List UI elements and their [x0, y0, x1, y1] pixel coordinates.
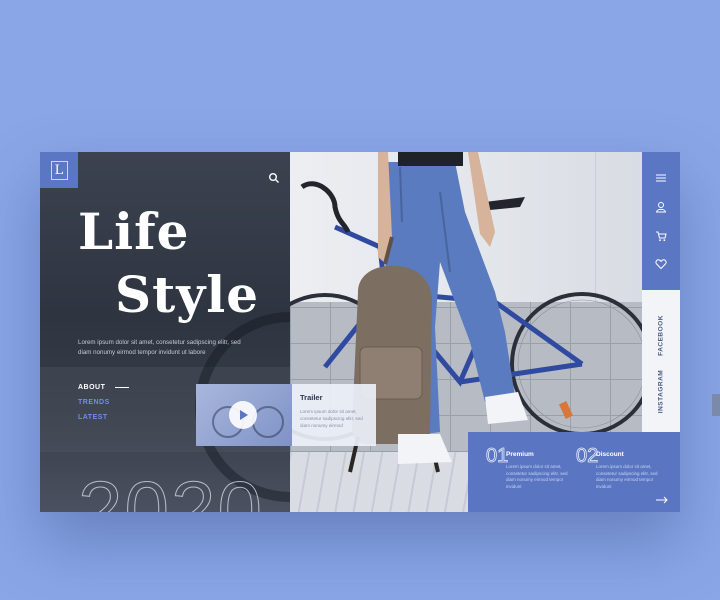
hero-description: Lorem ipsum dolor sit amet, consetetur s… — [78, 339, 241, 356]
facebook-link[interactable]: FACEBOOK — [658, 306, 665, 366]
nav-latest[interactable]: LATEST — [78, 414, 129, 421]
feature-desc: Lorem ipsum dolor sit amet, consetetur s… — [596, 464, 658, 489]
feature-desc: Lorem ipsum dolor sit amet, consetetur s… — [506, 464, 568, 489]
hero-title-line1: Life — [78, 202, 190, 261]
feature-number: 02 — [576, 445, 599, 467]
cart-icon[interactable] — [655, 230, 667, 242]
edge-tab[interactable] — [712, 394, 720, 416]
side-nav: ABOUT TRENDS LATEST — [78, 384, 129, 429]
heart-icon[interactable] — [655, 258, 667, 270]
nav-about[interactable]: ABOUT — [78, 384, 129, 391]
hero-title-line2: Style — [115, 265, 260, 324]
left-panel: L Life Style Lorem ipsum dolor sit amet,… — [40, 152, 290, 512]
feature-name: Premium — [506, 451, 534, 458]
user-icon[interactable] — [655, 201, 667, 213]
features-panel: 01 Premium Lorem ipsum dolor sit amet, c… — [468, 432, 680, 512]
play-icon[interactable] — [229, 401, 257, 429]
trailer-text: Lorem ipsum dolor sit amet, consetetur s… — [300, 409, 363, 428]
trailer-title: Trailer — [300, 393, 323, 402]
social-links: FACEBOOK INSTAGRAM — [642, 290, 680, 432]
logo[interactable]: L — [40, 152, 78, 188]
menu-icon[interactable] — [655, 172, 667, 184]
search-icon[interactable] — [268, 172, 280, 184]
hero-card: L Life Style Lorem ipsum dolor sit amet,… — [40, 152, 680, 512]
instagram-link[interactable]: INSTAGRAM — [658, 362, 665, 422]
trailer-card[interactable]: Trailer Lorem ipsum dolor sit amet, cons… — [292, 384, 376, 446]
logo-letter: L — [50, 160, 68, 180]
nav-trends[interactable]: TRENDS — [78, 399, 129, 406]
trailer-thumbnail[interactable] — [196, 384, 292, 446]
feature-name: Discount — [596, 451, 624, 458]
feature-number: 01 — [486, 445, 509, 467]
year-outline-text: 2020 — [78, 465, 264, 512]
arrow-right-icon[interactable] — [656, 496, 668, 504]
right-sidebar — [642, 152, 680, 290]
thumb-wheel — [252, 406, 284, 438]
